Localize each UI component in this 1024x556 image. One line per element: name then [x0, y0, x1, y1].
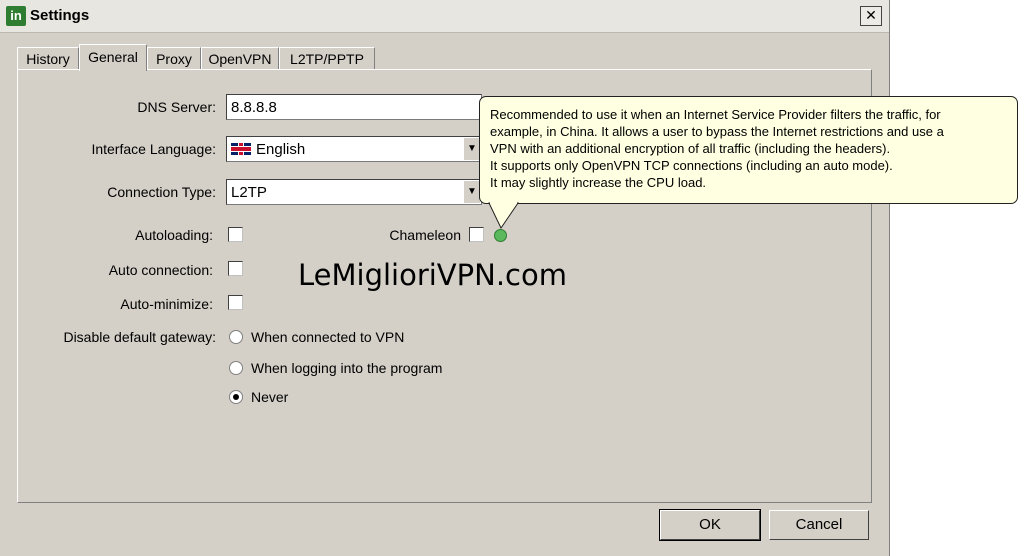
title-bar[interactable]: in Settings ✕	[0, 0, 889, 33]
tooltip-line: It supports only OpenVPN TCP connections…	[490, 158, 893, 173]
cancel-button[interactable]: Cancel	[769, 510, 869, 540]
disable-gateway-label: Disable default gateway:	[63, 329, 216, 345]
gateway-option-never[interactable]: Never	[251, 389, 288, 405]
chameleon-tooltip: Recommended to use it when an Internet S…	[479, 96, 1018, 204]
interface-language-label: Interface Language:	[91, 141, 216, 157]
interface-language-select[interactable]: English ▼	[226, 136, 482, 162]
tab-openvpn[interactable]: OpenVPN	[201, 47, 279, 70]
interface-language-value: English	[256, 141, 306, 158]
tab-history[interactable]: History	[17, 47, 79, 70]
tooltip-pointer	[488, 202, 519, 229]
chameleon-label: Chameleon	[389, 227, 461, 243]
auto-minimize-label: Auto-minimize:	[120, 296, 213, 312]
autoloading-checkbox[interactable]	[228, 227, 243, 242]
auto-connection-checkbox[interactable]	[228, 261, 243, 276]
auto-minimize-checkbox[interactable]	[228, 295, 243, 310]
chevron-down-icon[interactable]: ▼	[464, 138, 480, 160]
dns-server-input[interactable]: 8.8.8.8	[226, 94, 482, 120]
gateway-option-vpn[interactable]: When connected to VPN	[251, 329, 404, 345]
tab-l2tp-pptp[interactable]: L2TP/PPTP	[279, 47, 375, 70]
tooltip-line: Recommended to use it when an Internet S…	[490, 107, 941, 122]
close-button[interactable]: ✕	[860, 6, 882, 26]
dns-server-label: DNS Server:	[137, 99, 216, 115]
watermark-text: LeMiglioriVPN.com	[298, 258, 567, 292]
tab-general[interactable]: General	[79, 44, 147, 71]
connection-type-select[interactable]: L2TP ▼	[226, 179, 482, 205]
window-title: Settings	[30, 7, 90, 24]
tab-proxy[interactable]: Proxy	[147, 47, 201, 70]
gateway-radio-login[interactable]	[229, 361, 243, 375]
autoloading-label: Autoloading:	[135, 227, 213, 243]
gateway-radio-vpn[interactable]	[229, 330, 243, 344]
app-logo-icon: in	[6, 6, 26, 26]
uk-flag-icon	[231, 143, 251, 155]
chevron-down-icon[interactable]: ▼	[464, 181, 480, 203]
chameleon-checkbox[interactable]	[469, 227, 484, 242]
tooltip-line: It may slightly increase the CPU load.	[490, 175, 707, 190]
connection-type-label: Connection Type:	[107, 184, 216, 200]
gateway-radio-never[interactable]	[229, 390, 243, 404]
tooltip-line: VPN with an additional encryption of all…	[490, 141, 891, 156]
ok-button[interactable]: OK	[659, 509, 761, 541]
gateway-option-login[interactable]: When logging into the program	[251, 360, 442, 376]
auto-connection-label: Auto connection:	[108, 262, 213, 278]
tooltip-line: example, in China. It allows a user to b…	[490, 124, 944, 139]
connection-type-value: L2TP	[231, 184, 267, 201]
